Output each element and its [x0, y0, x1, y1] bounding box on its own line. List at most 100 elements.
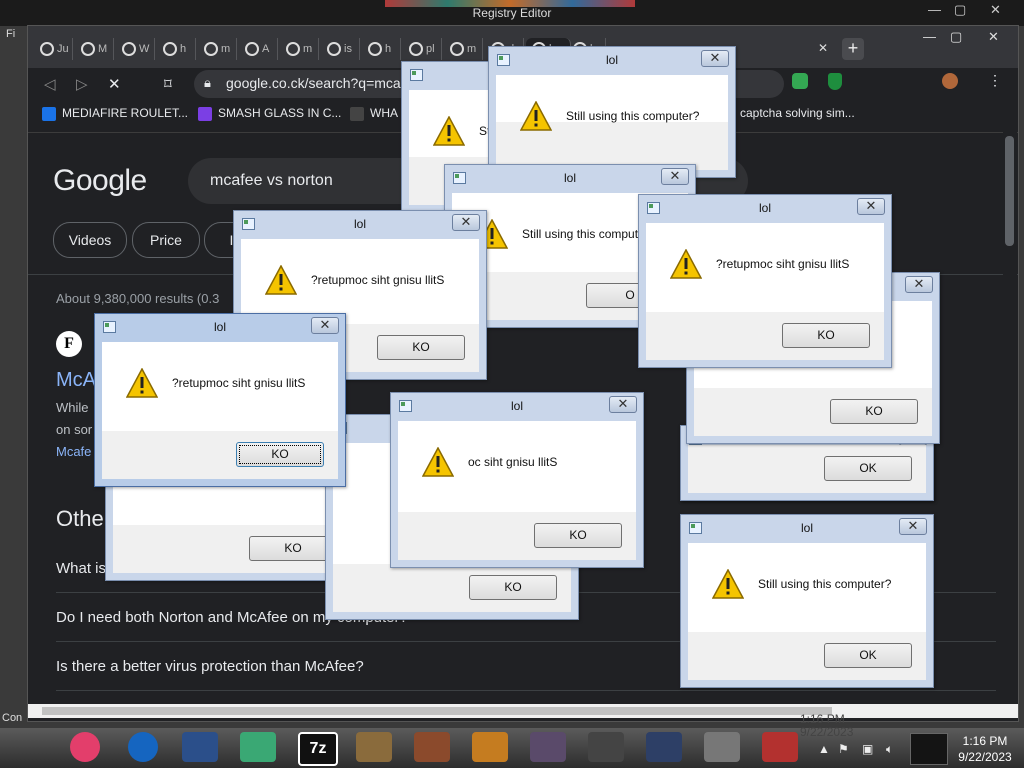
close-button[interactable]: ✕ — [609, 396, 637, 413]
bookmark-mediafire[interactable]: MEDIAFIRE ROULET... — [42, 106, 188, 121]
tab-label: m — [467, 43, 477, 55]
close-window-button[interactable]: ✕ — [988, 29, 999, 45]
new-tab-button[interactable]: + — [842, 38, 864, 60]
lock-icon[interactable]: 🔒︎ — [204, 75, 211, 91]
result-title-link[interactable]: McA — [56, 369, 96, 392]
registry-editor-title: Registry Editor — [472, 6, 552, 20]
taskbar-clock[interactable]: 1:16 PM 9/22/2023 — [950, 733, 1020, 765]
registry-maximize-button[interactable]: ▢ — [954, 2, 966, 18]
firefox-icon[interactable] — [128, 732, 158, 762]
chip-videos[interactable]: Videos — [53, 222, 127, 258]
window-icon[interactable] — [182, 732, 218, 762]
forward-icon[interactable]: ▷ — [76, 75, 88, 93]
close-tab-icon[interactable]: ✕ — [818, 41, 828, 55]
browser-tab[interactable]: m — [198, 38, 237, 60]
dialog-body: Still using this computer? — [496, 75, 728, 170]
vertical-scroll-thumb[interactable] — [1005, 136, 1014, 246]
show-desktop-button[interactable] — [910, 733, 948, 765]
ok-button[interactable]: KO — [249, 536, 337, 561]
warning-icon — [433, 116, 465, 146]
question-1[interactable]: What is — [56, 560, 106, 577]
dialog-message: ?retupmoc siht gnisu llitS — [716, 257, 850, 271]
bookmark-wha[interactable]: WHA — [350, 106, 398, 121]
close-button[interactable]: ✕ — [857, 198, 885, 215]
result-stats: About 9,380,000 results (0.3 — [56, 291, 220, 306]
minimize-button[interactable]: — — [923, 29, 936, 44]
back-icon[interactable]: ◁ — [44, 75, 56, 93]
close-button[interactable]: ✕ — [905, 276, 933, 293]
ok-button[interactable]: OK — [824, 456, 912, 481]
close-button[interactable]: ✕ — [661, 168, 689, 185]
browser-tab[interactable]: is — [321, 38, 360, 60]
avatar[interactable] — [942, 73, 958, 89]
close-button[interactable]: ✕ — [701, 50, 729, 67]
menu-icon[interactable]: ⋮ — [988, 72, 1002, 89]
dialog-message: Still using this computer? — [758, 577, 892, 591]
shield-icon[interactable] — [828, 73, 842, 90]
tab-label: m — [303, 43, 313, 55]
result-snippet-line-1: While — [56, 400, 89, 415]
files-icon[interactable] — [356, 732, 392, 762]
ok-button[interactable]: KO — [782, 323, 870, 348]
tab-label: M — [98, 43, 108, 55]
ok-button[interactable]: OK — [824, 643, 912, 668]
warning-icon — [712, 569, 744, 599]
app-icon[interactable] — [588, 732, 624, 762]
mediafire-icon — [42, 106, 56, 121]
onenote-icon[interactable] — [70, 732, 100, 762]
browser-tab[interactable]: W — [116, 38, 155, 60]
result-snippet-link[interactable]: Mcafe — [56, 444, 91, 459]
stop-loading-icon[interactable]: ✕ — [108, 75, 121, 93]
ghost-date: 9/22/2023 — [800, 725, 854, 739]
notes-icon[interactable] — [240, 732, 276, 762]
tab-favicon-icon — [245, 42, 259, 56]
7z-icon[interactable]: 7z — [298, 732, 338, 766]
clock-time: 1:16 PM — [962, 734, 1008, 748]
ok-button[interactable]: KO — [236, 442, 324, 467]
cube-icon[interactable] — [762, 732, 798, 762]
ok-button[interactable]: KO — [377, 335, 465, 360]
tab-label: Ju — [57, 43, 69, 55]
network-icon[interactable]: ▣ — [862, 742, 873, 756]
chart-icon[interactable] — [530, 732, 566, 762]
extension-icon[interactable] — [792, 73, 808, 89]
browser-tab[interactable]: h — [362, 38, 401, 60]
calculator-icon[interactable] — [472, 732, 508, 762]
maximize-button[interactable]: ▢ — [950, 29, 962, 45]
bookmark-captcha[interactable]: captcha solving sim... — [740, 106, 855, 120]
ok-button[interactable]: KO — [469, 575, 557, 600]
ok-button[interactable]: KO — [534, 523, 622, 548]
robot-icon[interactable] — [704, 732, 740, 762]
browser-tab[interactable]: h — [157, 38, 196, 60]
close-button[interactable]: ✕ — [311, 317, 339, 334]
browser-tab[interactable]: m — [280, 38, 319, 60]
browser-tab[interactable]: A — [239, 38, 278, 60]
browser-tab[interactable]: Ju — [34, 38, 73, 60]
search-query[interactable]: mcafee vs norton — [210, 172, 333, 190]
question-3[interactable]: Is there a better virus protection than … — [56, 658, 364, 675]
presentation-icon[interactable] — [646, 732, 682, 762]
tab-favicon-icon — [286, 42, 300, 56]
address-text[interactable]: google.co.ck/search?q=mca — [226, 75, 401, 91]
browser-tab[interactable]: m — [444, 38, 483, 60]
clock-date: 9/22/2023 — [958, 750, 1012, 764]
horizontal-scroll-thumb[interactable] — [42, 707, 832, 715]
google-logo[interactable]: Google — [53, 164, 147, 198]
book-icon[interactable] — [414, 732, 450, 762]
chip-price[interactable]: Price — [132, 222, 200, 258]
action-center-icon[interactable]: ⚑ — [838, 742, 849, 756]
browser-tab[interactable]: pl — [403, 38, 442, 60]
tab-favicon-icon — [450, 42, 464, 56]
close-button[interactable]: ✕ — [899, 518, 927, 535]
bookmark-icon[interactable]: ⌑ — [164, 75, 172, 93]
dialog-message: Still using this compute — [522, 227, 645, 241]
registry-minimize-button[interactable]: — — [928, 2, 941, 17]
show-hidden-icons-button[interactable]: ▲ — [818, 742, 830, 756]
registry-close-button[interactable]: ✕ — [990, 2, 1001, 18]
ok-button[interactable]: KO — [830, 399, 918, 424]
browser-tab[interactable]: M — [75, 38, 114, 60]
bookmark-smash-glass[interactable]: SMASH GLASS IN C... — [198, 106, 341, 121]
tab-favicon-icon — [327, 42, 341, 56]
close-button[interactable]: ✕ — [452, 214, 480, 231]
volume-icon[interactable]: 🔈︎ — [886, 742, 893, 757]
